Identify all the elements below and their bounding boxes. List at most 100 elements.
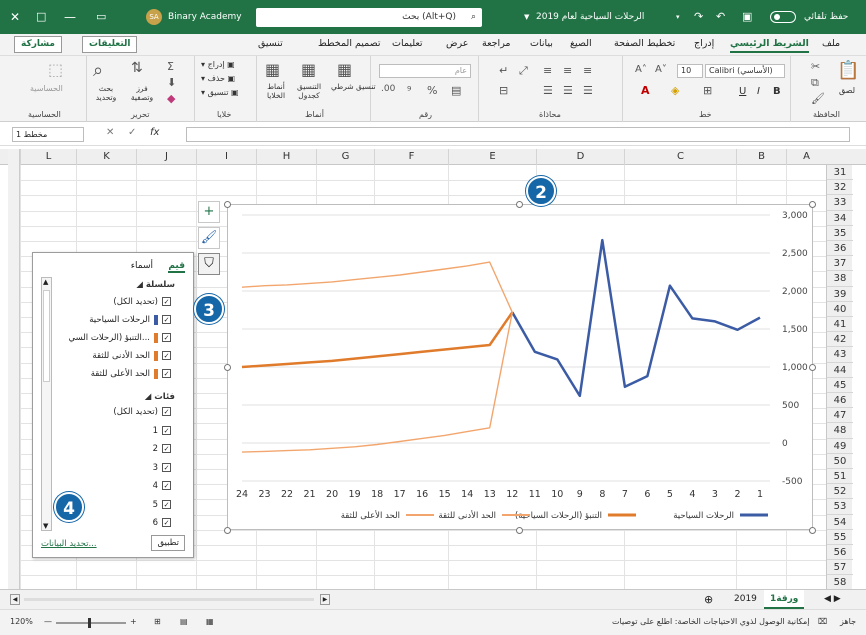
resize-handle[interactable] — [224, 364, 231, 371]
align-right-icon[interactable]: ☰ — [583, 84, 593, 97]
tab-item[interactable]: ملف — [822, 38, 840, 49]
row-header[interactable]: 53 — [827, 499, 853, 515]
checkbox[interactable]: ✓ — [162, 351, 171, 360]
comments-button[interactable]: التعليقات — [82, 36, 138, 53]
resize-handle[interactable] — [809, 201, 816, 208]
column-header[interactable]: C — [624, 149, 736, 165]
tab-item[interactable]: بيانات — [530, 38, 553, 49]
align-top-icon[interactable]: ≡ — [543, 64, 552, 77]
tab-item[interactable]: تعليمات — [392, 38, 423, 49]
series-heading[interactable]: ◢ سلسلة — [136, 280, 175, 290]
share-button[interactable]: مشاركة — [14, 36, 62, 53]
row-header[interactable]: 57 — [827, 560, 853, 576]
chevron-down-icon[interactable]: ▼ — [524, 0, 529, 34]
row-header[interactable]: 47 — [827, 408, 853, 424]
enter-icon[interactable]: ✓ — [128, 127, 136, 138]
row-header[interactable]: 39 — [827, 287, 853, 302]
column-header[interactable]: J — [136, 149, 196, 165]
insert-cells-button[interactable]: ▾ إدراج ▣ — [201, 60, 235, 69]
tab-item[interactable]: عرض — [446, 38, 468, 49]
resize-handle[interactable] — [516, 201, 523, 208]
resize-handle[interactable] — [224, 527, 231, 534]
series-filter-item[interactable]: (تحديد الكل) ✓ — [113, 295, 171, 309]
insert-function-icon[interactable]: fx — [150, 127, 159, 138]
row-header[interactable]: 42 — [827, 332, 853, 348]
autosave-toggle[interactable] — [770, 11, 796, 23]
hscroll-left-icon[interactable]: ◀ — [10, 594, 20, 605]
row-header[interactable]: 34 — [827, 211, 853, 226]
row-header[interactable]: 55 — [827, 530, 853, 545]
horizontal-scrollbar[interactable] — [24, 598, 314, 601]
apply-button[interactable]: تطبيق — [151, 535, 185, 551]
customize-toolbar-icon[interactable]: ▾ — [676, 0, 680, 34]
scroll-down-icon[interactable]: ▼ — [43, 522, 48, 530]
tab-item[interactable]: الصيغ — [570, 38, 592, 49]
font-size-combo[interactable]: 10 — [677, 64, 703, 78]
scroll-thumb[interactable] — [43, 290, 50, 382]
row-header[interactable]: 40 — [827, 302, 853, 317]
ribbon-display-icon[interactable]: ▭ — [96, 0, 106, 34]
zoom-out-icon[interactable]: — — [44, 617, 52, 626]
tab-item[interactable]: تخطيط الصفحة — [614, 38, 675, 49]
copy-icon[interactable]: ⧉ — [811, 76, 819, 90]
underline-button[interactable]: U — [739, 86, 746, 97]
cut-icon[interactable]: ✂ — [811, 60, 820, 73]
category-filter-item[interactable]: 3 ✓ — [153, 461, 171, 475]
borders-icon[interactable]: ⊞ — [703, 84, 712, 97]
hscroll-right-icon[interactable]: ▶ — [320, 594, 330, 605]
row-header[interactable]: 49 — [827, 439, 853, 454]
column-header[interactable]: A — [786, 149, 826, 165]
checkbox[interactable]: ✓ — [162, 315, 171, 324]
sensitivity-icon[interactable]: ⬚ — [48, 60, 63, 79]
avatar[interactable]: SA — [146, 9, 162, 25]
search-input[interactable]: بحث (Alt+Q) ⌕ — [256, 8, 482, 27]
undo-icon[interactable]: ↶ — [716, 0, 725, 34]
accessibility-status[interactable]: إمكانية الوصول لذوي الاحتياجات الخاصة: ا… — [612, 617, 809, 626]
decimal-icon[interactable]: .00 — [381, 84, 395, 94]
checkbox[interactable]: ✓ — [162, 333, 171, 342]
tab-item[interactable]: إدراج — [694, 38, 714, 49]
column-header[interactable]: D — [536, 149, 624, 165]
zoom-slider-thumb[interactable] — [88, 618, 91, 628]
italic-button[interactable]: I — [757, 86, 760, 97]
column-header[interactable]: E — [448, 149, 536, 165]
fill-icon[interactable]: ⬇ — [167, 76, 176, 89]
comma-icon[interactable]: ⁹ — [407, 84, 411, 97]
number-format-combo[interactable]: عام — [379, 64, 471, 78]
series-filter-item[interactable]: الرحلات السياحية ✓ — [89, 313, 171, 327]
category-filter-item[interactable]: (تحديد الكل) ✓ — [113, 405, 171, 419]
series-filter-item[interactable]: التنبؤ (الرحلات السي... ✓ — [69, 331, 171, 345]
bold-button[interactable]: B — [773, 86, 781, 97]
categories-heading[interactable]: ◢ فئات — [145, 392, 175, 402]
checkbox[interactable]: ✓ — [162, 407, 171, 416]
align-middle-icon[interactable]: ≡ — [563, 64, 572, 77]
row-header[interactable]: 52 — [827, 484, 853, 500]
merge-icon[interactable]: ⊟ — [499, 84, 508, 97]
paste-icon[interactable]: 📋 — [837, 60, 859, 81]
row-header[interactable]: 32 — [827, 180, 853, 196]
macro-icon[interactable]: ⌧ — [818, 617, 827, 626]
row-header[interactable]: 54 — [827, 515, 853, 530]
cell-styles-icon[interactable]: ▦ — [265, 60, 280, 79]
resize-handle[interactable] — [809, 527, 816, 534]
zoom-in-icon[interactable]: + — [130, 617, 137, 626]
row-header[interactable]: 50 — [827, 454, 853, 469]
row-header[interactable]: 37 — [827, 256, 853, 272]
checkbox[interactable]: ✓ — [162, 444, 171, 453]
row-header[interactable]: 48 — [827, 423, 853, 439]
row-header[interactable]: 43 — [827, 347, 853, 363]
column-header[interactable]: I — [196, 149, 256, 165]
sort-filter-icon[interactable]: ⇅ — [131, 60, 143, 76]
page-layout-icon[interactable]: ▤ — [180, 617, 188, 626]
row-header[interactable]: 56 — [827, 545, 853, 561]
resize-handle[interactable] — [224, 201, 231, 208]
series-filter-item[interactable]: الحد الأعلى للثقة ✓ — [91, 367, 171, 381]
orientation-icon[interactable]: ⤢ — [519, 64, 528, 78]
tab-values[interactable]: قيم — [168, 261, 185, 273]
tab-item[interactable]: تنسيق — [258, 38, 283, 49]
percent-icon[interactable]: % — [427, 84, 437, 97]
conditional-format-icon[interactable]: ▦ — [337, 60, 352, 79]
chart-filters-button[interactable]: ⛉ — [198, 253, 220, 275]
sheet-tab-active[interactable]: ورقة1 — [764, 590, 805, 609]
checkbox[interactable]: ✓ — [162, 369, 171, 378]
